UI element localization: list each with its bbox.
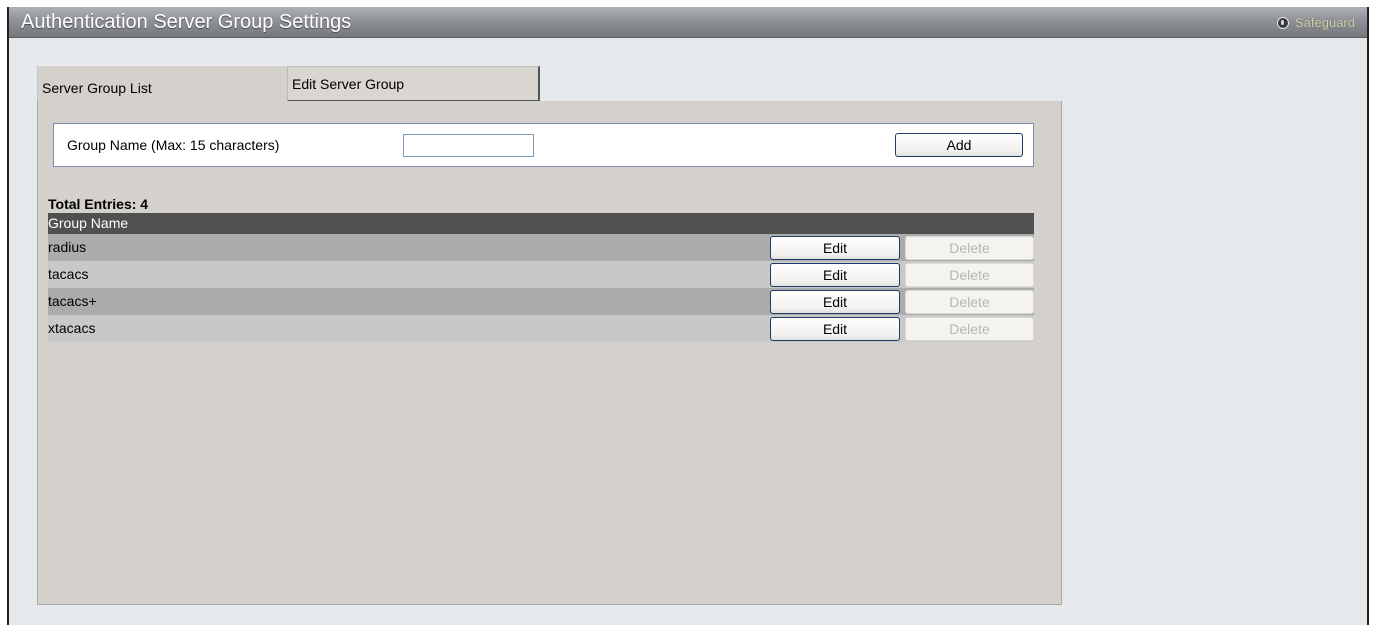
title-bar: Authentication Server Group Settings Saf…	[9, 7, 1367, 38]
table-row: xtacacs Edit Delete	[48, 315, 1034, 342]
tab-server-group-list-label: Server Group List	[42, 79, 152, 96]
delete-button[interactable]: Delete	[905, 263, 1034, 287]
group-name-cell: radius	[48, 239, 87, 255]
safeguard-indicator[interactable]: Safeguard	[1277, 15, 1355, 30]
table-row: tacacs+ Edit Delete	[48, 288, 1034, 315]
group-name-cell: tacacs+	[48, 293, 97, 309]
total-entries: Total Entries: 4	[48, 196, 149, 212]
delete-button[interactable]: Delete	[905, 317, 1034, 341]
safeguard-icon	[1277, 16, 1289, 29]
table-row: tacacs Edit Delete	[48, 261, 1034, 288]
group-name-input[interactable]	[403, 134, 534, 157]
group-name-label: Group Name (Max: 15 characters)	[67, 137, 280, 153]
delete-button[interactable]: Delete	[905, 236, 1034, 260]
page-frame: Authentication Server Group Settings Saf…	[7, 7, 1369, 625]
tab-edit-server-group[interactable]: Edit Server Group	[287, 66, 540, 102]
edit-button[interactable]: Edit	[770, 290, 900, 314]
add-button[interactable]: Add	[895, 133, 1023, 157]
edit-button[interactable]: Edit	[770, 263, 900, 287]
group-name-cell: tacacs	[48, 266, 89, 282]
add-group-form: Group Name (Max: 15 characters) Add	[53, 123, 1034, 167]
table-row: radius Edit Delete	[48, 234, 1034, 261]
column-header-group-name: Group Name	[48, 213, 1034, 234]
tab-edit-server-group-label: Edit Server Group	[292, 75, 405, 92]
safeguard-label: Safeguard	[1295, 15, 1355, 30]
edit-button[interactable]: Edit	[770, 236, 900, 260]
page-title: Authentication Server Group Settings	[21, 11, 352, 33]
group-table: Group Name radius Edit Delete tacacs Edi…	[48, 213, 1034, 342]
edit-button[interactable]: Edit	[770, 317, 900, 341]
group-name-cell: xtacacs	[48, 320, 96, 336]
delete-button[interactable]: Delete	[905, 290, 1034, 314]
tab-panel: Group Name (Max: 15 characters) Add Tota…	[37, 101, 1062, 605]
